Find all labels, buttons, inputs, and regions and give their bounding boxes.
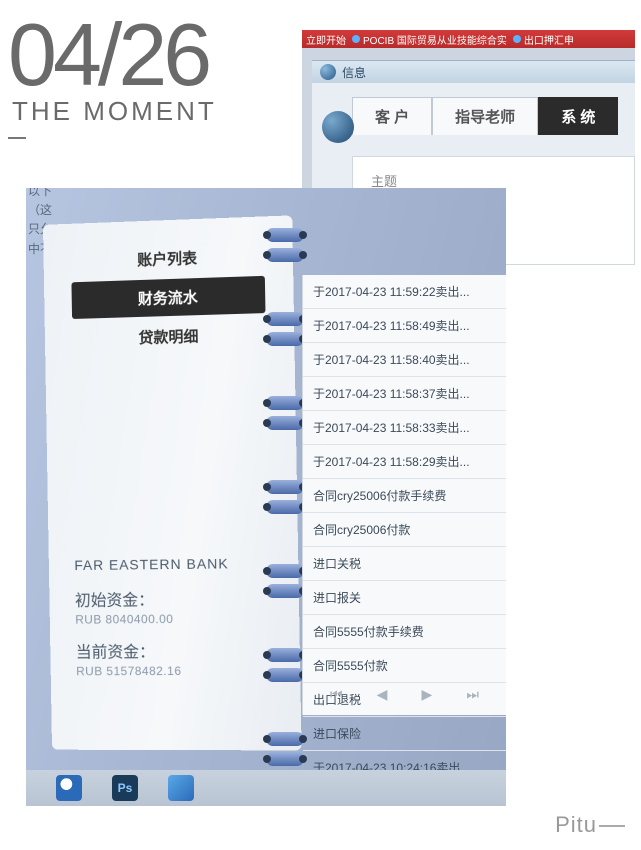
app-icon[interactable] — [168, 775, 194, 801]
os-titlebar: 立即开始 POCIB 国际贸易从业技能综合实 出口押汇申 — [302, 30, 635, 48]
current-funds-value: RUB 51578482.16 — [76, 664, 231, 678]
list-item[interactable]: 合同5555付款 — [303, 649, 506, 683]
qq-icon[interactable] — [56, 775, 82, 801]
notebook-panel: 账户列表 财务流水 贷款明细 FAR EASTERN BANK 初始资金： RU… — [43, 215, 302, 750]
prev-page-icon[interactable]: ◀ — [377, 686, 388, 703]
windows-taskbar: Ps — [26, 770, 506, 806]
tab-teacher[interactable]: 指导老师 — [432, 97, 538, 135]
nav-accounts[interactable]: 账户列表 — [71, 237, 265, 281]
current-funds-label: 当前资金： — [76, 638, 231, 663]
dialog-title: 信息 — [342, 64, 366, 81]
list-item[interactable]: 于2017-04-23 11:58:49卖出... — [303, 309, 506, 343]
start-label: 立即开始 — [306, 32, 346, 47]
list-item[interactable]: 合同cry25006付款手续费 — [303, 479, 506, 513]
initial-funds-label: 初始资金： — [75, 585, 230, 610]
list-item[interactable]: 合同5555付款手续费 — [303, 615, 506, 649]
photoshop-icon[interactable]: Ps — [112, 775, 138, 801]
list-item[interactable]: 合同cry25006付款 — [303, 513, 506, 547]
pitu-watermark: Pitu — [555, 812, 625, 838]
last-page-icon[interactable]: ⏭ — [466, 686, 479, 703]
divider-line — [8, 137, 26, 139]
list-item[interactable]: 于2017-04-23 11:58:29卖出... — [303, 445, 506, 479]
app-dot-icon — [352, 35, 360, 43]
pager-controls: ⏮ ◀ ▶ ⏭ — [303, 680, 506, 709]
transaction-log: 于2017-04-23 11:59:22卖出... 于2017-04-23 11… — [302, 275, 506, 715]
photo-date-overlay: 04/26 THE MOMENT — [8, 15, 217, 127]
list-item[interactable]: 于2017-04-23 11:58:37卖出... — [303, 377, 506, 411]
tab-row: 客 户 指导老师 系 统 — [352, 97, 635, 135]
notebook-rings — [266, 228, 304, 766]
next-page-icon[interactable]: ▶ — [422, 686, 433, 703]
date-subtitle: THE MOMENT — [12, 96, 217, 127]
bank-name: FAR EASTERN BANK — [74, 555, 229, 573]
list-item[interactable]: 进口关税 — [303, 547, 506, 581]
globe-icon — [320, 64, 336, 80]
dialog-titlebar[interactable]: 信息 — [312, 61, 635, 83]
globe-large-icon — [322, 111, 354, 143]
list-item[interactable]: 于2017-04-23 11:58:40卖出... — [303, 343, 506, 377]
app1-label: POCIB 国际贸易从业技能综合实 — [363, 32, 507, 47]
bank-info: FAR EASTERN BANK 初始资金： RUB 8040400.00 当前… — [74, 555, 231, 690]
list-item[interactable]: 于2017-04-23 11:59:22卖出... — [303, 275, 506, 309]
app2-label: 出口押汇申 — [524, 32, 574, 47]
app-dot-icon — [513, 35, 521, 43]
list-item[interactable]: 进口保险 — [303, 717, 506, 751]
list-item[interactable]: 于2017-04-23 11:58:33卖出... — [303, 411, 506, 445]
initial-funds-value: RUB 8040400.00 — [75, 612, 230, 627]
date-text: 04/26 — [8, 15, 217, 94]
tab-system[interactable]: 系 统 — [538, 97, 618, 135]
tab-customer[interactable]: 客 户 — [352, 97, 432, 135]
list-item[interactable]: 进口报关 — [303, 581, 506, 615]
nav-loans[interactable]: 贷款明细 — [72, 315, 266, 358]
nav-finance[interactable]: 财务流水 — [71, 276, 265, 319]
first-page-icon[interactable]: ⏮ — [330, 686, 343, 703]
